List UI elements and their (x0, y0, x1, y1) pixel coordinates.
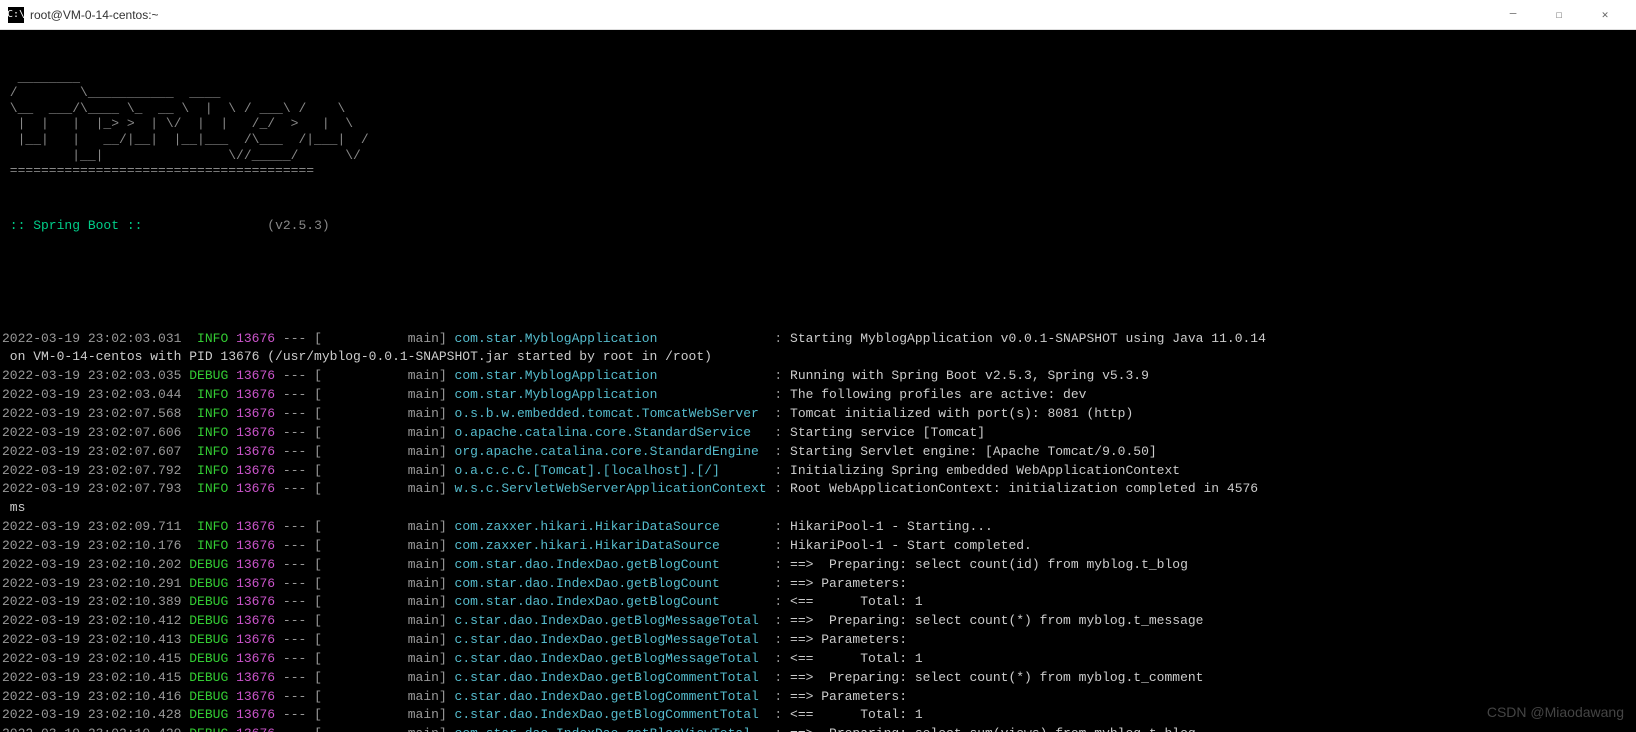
spring-boot-line: :: Spring Boot :: (v2.5.3) (2, 217, 1634, 236)
log-line: 2022-03-19 23:02:03.035 DEBUG 13676 --- … (2, 367, 1634, 386)
log-line: 2022-03-19 23:02:03.031 INFO 13676 --- [… (2, 330, 1634, 349)
log-line: 2022-03-19 23:02:10.176 INFO 13676 --- [… (2, 537, 1634, 556)
log-line: 2022-03-19 23:02:07.793 INFO 13676 --- [… (2, 480, 1634, 499)
log-line-wrap: on VM-0-14-centos with PID 13676 (/usr/m… (2, 348, 1634, 367)
close-button[interactable]: ✕ (1582, 0, 1628, 30)
log-line: 2022-03-19 23:02:10.429 DEBUG 13676 --- … (2, 725, 1634, 732)
log-line: 2022-03-19 23:02:10.428 DEBUG 13676 --- … (2, 706, 1634, 725)
watermark: CSDN @Miaodawang (1487, 702, 1624, 722)
terminal-window: C:\ root@VM-0-14-centos:~ ─ ☐ ✕ ________… (0, 0, 1636, 732)
log-line: 2022-03-19 23:02:10.202 DEBUG 13676 --- … (2, 556, 1634, 575)
window-controls: ─ ☐ ✕ (1490, 0, 1628, 30)
log-line: 2022-03-19 23:02:10.389 DEBUG 13676 --- … (2, 593, 1634, 612)
spring-ascii-banner: ________ / \___________ ____ \__ ___/\__… (2, 70, 1634, 179)
titlebar: C:\ root@VM-0-14-centos:~ ─ ☐ ✕ (0, 0, 1636, 30)
log-line: 2022-03-19 23:02:10.415 DEBUG 13676 --- … (2, 650, 1634, 669)
log-line: 2022-03-19 23:02:09.711 INFO 13676 --- [… (2, 518, 1634, 537)
log-line: 2022-03-19 23:02:07.607 INFO 13676 --- [… (2, 443, 1634, 462)
log-line: 2022-03-19 23:02:10.413 DEBUG 13676 --- … (2, 631, 1634, 650)
log-line: 2022-03-19 23:02:10.412 DEBUG 13676 --- … (2, 612, 1634, 631)
log-line: 2022-03-19 23:02:07.568 INFO 13676 --- [… (2, 405, 1634, 424)
titlebar-text: root@VM-0-14-centos:~ (30, 8, 1490, 22)
maximize-button[interactable]: ☐ (1536, 0, 1582, 30)
blank-line (2, 273, 1634, 292)
log-line: 2022-03-19 23:02:10.291 DEBUG 13676 --- … (2, 575, 1634, 594)
terminal-body[interactable]: ________ / \___________ ____ \__ ___/\__… (0, 30, 1636, 732)
log-line: 2022-03-19 23:02:10.415 DEBUG 13676 --- … (2, 669, 1634, 688)
spring-boot-label: :: Spring Boot :: (2, 218, 150, 233)
log-output: 2022-03-19 23:02:03.031 INFO 13676 --- [… (2, 330, 1634, 732)
log-line: 2022-03-19 23:02:10.416 DEBUG 13676 --- … (2, 688, 1634, 707)
log-line-wrap: ms (2, 499, 1634, 518)
minimize-button[interactable]: ─ (1490, 0, 1536, 30)
log-line: 2022-03-19 23:02:07.792 INFO 13676 --- [… (2, 462, 1634, 481)
log-line: 2022-03-19 23:02:03.044 INFO 13676 --- [… (2, 386, 1634, 405)
terminal-icon: C:\ (8, 7, 24, 23)
spring-version: (v2.5.3) (267, 218, 329, 233)
log-line: 2022-03-19 23:02:07.606 INFO 13676 --- [… (2, 424, 1634, 443)
